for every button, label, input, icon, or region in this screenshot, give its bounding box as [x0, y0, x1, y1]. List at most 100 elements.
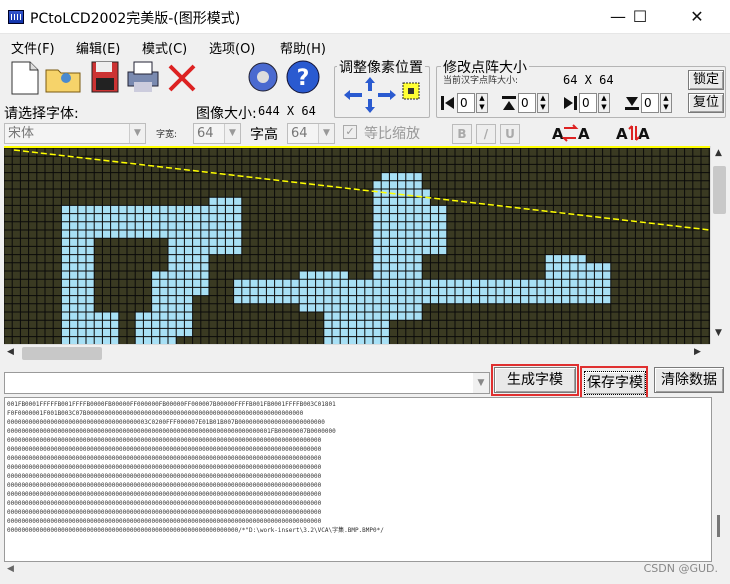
lit-pixel[interactable] — [274, 295, 283, 304]
lit-pixel[interactable] — [159, 221, 168, 230]
lit-pixel[interactable] — [504, 287, 513, 296]
lit-pixel[interactable] — [405, 172, 414, 181]
lit-pixel[interactable] — [315, 271, 324, 280]
lit-pixel[interactable] — [176, 246, 185, 255]
lit-pixel[interactable] — [168, 336, 177, 344]
lit-pixel[interactable] — [176, 254, 185, 263]
lit-pixel[interactable] — [77, 271, 86, 280]
lit-pixel[interactable] — [422, 238, 431, 247]
lit-pixel[interactable] — [381, 205, 390, 214]
lit-pixel[interactable] — [127, 221, 136, 230]
lit-pixel[interactable] — [61, 336, 70, 344]
lit-pixel[interactable] — [561, 279, 570, 288]
lit-pixel[interactable] — [323, 271, 332, 280]
move-arrows-icon[interactable] — [340, 75, 400, 115]
lit-pixel[interactable] — [438, 279, 447, 288]
menu-help[interactable]: 帮助(H) — [280, 38, 326, 57]
lit-pixel[interactable] — [487, 279, 496, 288]
lit-pixel[interactable] — [159, 279, 168, 288]
lit-pixel[interactable] — [274, 279, 283, 288]
lit-pixel[interactable] — [86, 336, 95, 344]
font-select[interactable]: 宋体 ▼ — [4, 123, 146, 144]
lit-pixel[interactable] — [561, 254, 570, 263]
lit-pixel[interactable] — [200, 238, 209, 247]
lit-pixel[interactable] — [69, 295, 78, 304]
lit-pixel[interactable] — [602, 279, 611, 288]
lit-pixel[interactable] — [151, 312, 160, 321]
input-combo[interactable]: ▼ — [4, 372, 490, 394]
lit-pixel[interactable] — [373, 271, 382, 280]
lit-pixel[interactable] — [69, 221, 78, 230]
lit-pixel[interactable] — [86, 303, 95, 312]
lit-pixel[interactable] — [602, 262, 611, 271]
lit-pixel[interactable] — [373, 320, 382, 329]
lit-pixel[interactable] — [200, 287, 209, 296]
lit-pixel[interactable] — [86, 213, 95, 222]
lit-pixel[interactable] — [159, 205, 168, 214]
lit-pixel[interactable] — [307, 279, 316, 288]
lit-pixel[interactable] — [602, 287, 611, 296]
lit-pixel[interactable] — [143, 312, 152, 321]
lit-pixel[interactable] — [200, 271, 209, 280]
lit-pixel[interactable] — [348, 336, 357, 344]
lit-pixel[interactable] — [159, 320, 168, 329]
lit-pixel[interactable] — [504, 279, 513, 288]
lit-pixel[interactable] — [192, 262, 201, 271]
lit-pixel[interactable] — [381, 312, 390, 321]
lit-pixel[interactable] — [291, 287, 300, 296]
pixel-grid[interactable] — [4, 148, 710, 344]
lit-pixel[interactable] — [274, 287, 283, 296]
lit-pixel[interactable] — [209, 205, 218, 214]
lit-pixel[interactable] — [192, 287, 201, 296]
lit-pixel[interactable] — [553, 279, 562, 288]
lit-pixel[interactable] — [389, 295, 398, 304]
lock-button[interactable]: 锁定 — [688, 70, 724, 90]
lit-pixel[interactable] — [77, 320, 86, 329]
lit-pixel[interactable] — [455, 279, 464, 288]
lit-pixel[interactable] — [479, 287, 488, 296]
lit-pixel[interactable] — [389, 262, 398, 271]
lit-pixel[interactable] — [69, 271, 78, 280]
lit-pixel[interactable] — [430, 221, 439, 230]
open-folder-icon[interactable] — [44, 58, 82, 96]
lit-pixel[interactable] — [545, 271, 554, 280]
lit-pixel[interactable] — [143, 230, 152, 239]
lit-pixel[interactable] — [217, 230, 226, 239]
lit-pixel[interactable] — [340, 312, 349, 321]
lit-pixel[interactable] — [389, 312, 398, 321]
lit-pixel[interactable] — [373, 180, 382, 189]
lit-pixel[interactable] — [61, 262, 70, 271]
lit-pixel[interactable] — [61, 328, 70, 337]
lit-pixel[interactable] — [151, 230, 160, 239]
lit-pixel[interactable] — [151, 328, 160, 337]
lit-pixel[interactable] — [479, 279, 488, 288]
lit-pixel[interactable] — [373, 246, 382, 255]
lit-pixel[interactable] — [77, 230, 86, 239]
lit-pixel[interactable] — [159, 230, 168, 239]
lit-pixel[interactable] — [94, 205, 103, 214]
lit-pixel[interactable] — [168, 213, 177, 222]
lit-pixel[interactable] — [61, 221, 70, 230]
lit-pixel[interactable] — [200, 213, 209, 222]
lit-pixel[interactable] — [200, 230, 209, 239]
lit-pixel[interactable] — [94, 320, 103, 329]
lit-pixel[interactable] — [176, 230, 185, 239]
lit-pixel[interactable] — [217, 221, 226, 230]
lit-pixel[interactable] — [381, 221, 390, 230]
lit-pixel[interactable] — [127, 230, 136, 239]
lit-pixel[interactable] — [233, 230, 242, 239]
lit-pixel[interactable] — [184, 312, 193, 321]
lit-pixel[interactable] — [135, 328, 144, 337]
lit-pixel[interactable] — [405, 254, 414, 263]
lit-pixel[interactable] — [332, 271, 341, 280]
lit-pixel[interactable] — [168, 262, 177, 271]
lit-pixel[interactable] — [250, 279, 259, 288]
lit-pixel[interactable] — [414, 197, 423, 206]
lit-pixel[interactable] — [405, 246, 414, 255]
lit-pixel[interactable] — [430, 205, 439, 214]
lit-pixel[interactable] — [512, 295, 521, 304]
lit-pixel[interactable] — [381, 197, 390, 206]
lit-pixel[interactable] — [397, 205, 406, 214]
lit-pixel[interactable] — [192, 230, 201, 239]
lit-pixel[interactable] — [192, 238, 201, 247]
